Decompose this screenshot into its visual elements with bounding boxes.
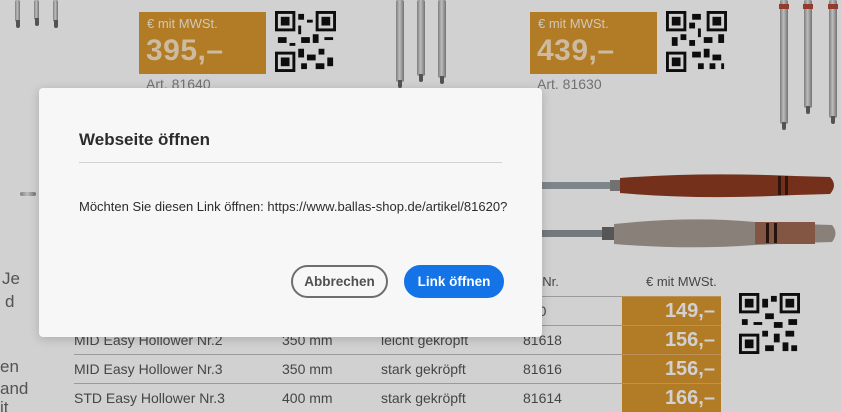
- cancel-button[interactable]: Abbrechen: [291, 265, 388, 298]
- open-link-button[interactable]: Link öffnen: [404, 265, 504, 298]
- open-link-dialog: Webseite öffnen Möchten Sie diesen Link …: [39, 88, 542, 337]
- dialog-title: Webseite öffnen: [79, 130, 210, 149]
- dialog-divider: [79, 162, 502, 163]
- dialog-message: Möchten Sie diesen Link öffnen: https://…: [79, 199, 508, 214]
